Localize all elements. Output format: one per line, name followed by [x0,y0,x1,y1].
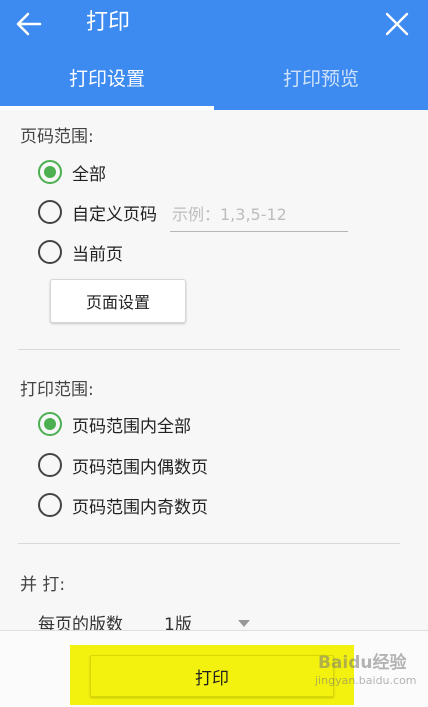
pages-per-sheet-label: 每页的版数 [38,615,123,630]
dropdown-arrow-icon[interactable] [238,620,250,627]
radio-label: 页码范围内全部 [72,416,191,437]
radio-label: 页码范围内奇数页 [72,497,208,518]
radio-button[interactable] [38,453,62,477]
page-title: 打印 [86,10,131,35]
pages-per-sheet-value[interactable]: 1版 [164,610,192,630]
tab-print-preview[interactable]: 打印预览 [214,48,428,110]
radio-label: 自定义页码 [72,204,157,225]
print-range-label: 打印范围: [20,380,94,400]
radio-button[interactable] [38,240,62,264]
tab-bar: 打印设置 打印预览 [0,48,428,110]
print-button[interactable]: 打印 [90,655,334,697]
title-bar: 打印 [0,0,428,48]
radio-label: 当前页 [72,244,123,265]
radio-button[interactable] [38,200,62,224]
radio-label: 页码范围内偶数页 [72,457,208,478]
radio-option-all-pages[interactable]: 全部 [38,157,106,187]
page-setup-button[interactable]: 页面设置 [50,279,186,323]
close-icon[interactable] [384,11,410,37]
radio-button[interactable] [38,493,62,517]
radio-option-custom-pages[interactable]: 自定义页码 [38,197,157,227]
section-divider [18,543,400,544]
page-range-label: 页码范围: [20,127,94,147]
radio-option-range-all[interactable]: 页码范围内全部 [38,409,191,439]
watermark-logo: Baidu经验 [318,653,407,673]
radio-option-range-odd[interactable]: 页码范围内奇数页 [38,490,208,520]
radio-option-current-page[interactable]: 当前页 [38,237,123,267]
watermark-url: jingyan.baidu.com [315,674,417,687]
radio-label: 全部 [72,164,106,185]
radio-button-checked[interactable] [38,160,62,184]
combine-print-label: 并 打: [20,575,66,595]
tab-print-settings[interactable]: 打印设置 [0,48,214,110]
radio-button-checked[interactable] [38,412,62,436]
arrow-left-icon[interactable] [14,10,44,38]
section-divider [18,349,400,350]
radio-option-range-even[interactable]: 页码范围内偶数页 [38,450,208,480]
settings-panel: 页码范围: 全部 自定义页码 当前页 页面设置 打印范围: 页码范围内全部 页码… [0,110,428,630]
custom-pages-input[interactable] [170,198,348,232]
